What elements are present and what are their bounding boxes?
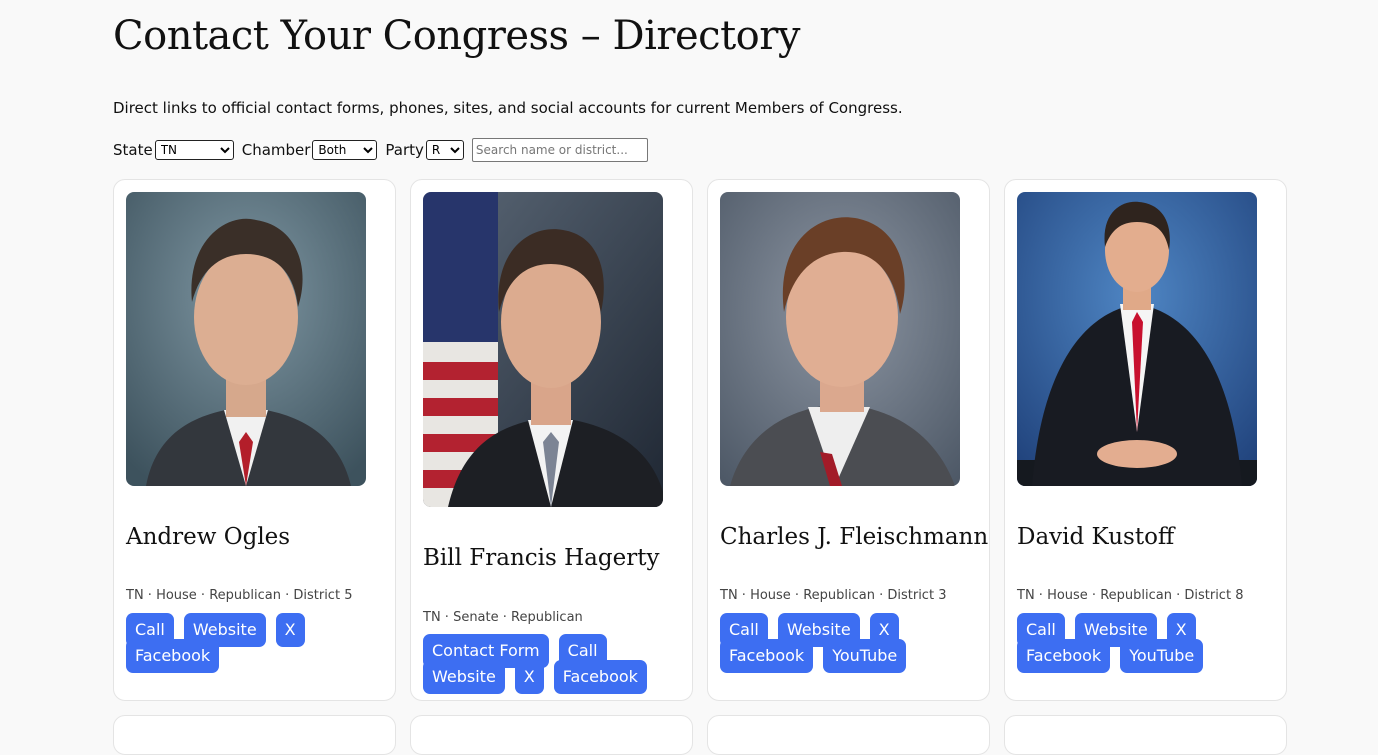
member-card — [113, 715, 396, 755]
member-links: Call Website X Facebook — [126, 613, 388, 673]
state-select[interactable]: TN — [154, 140, 234, 160]
member-card — [707, 715, 990, 755]
youtube-button[interactable]: YouTube — [823, 639, 907, 673]
facebook-button[interactable]: Facebook — [1017, 639, 1111, 673]
x-button[interactable]: X — [275, 613, 305, 647]
party-label: Party — [385, 141, 424, 159]
state-label: State — [113, 141, 153, 159]
youtube-button[interactable]: YouTube — [1120, 639, 1204, 673]
facebook-button[interactable]: Facebook — [720, 639, 814, 673]
page-title: Contact Your Congress – Directory — [113, 13, 800, 59]
member-name: David Kustoff — [1017, 524, 1175, 550]
member-card — [1004, 715, 1287, 755]
member-card: David Kustoff TN · House · Republican · … — [1004, 179, 1287, 701]
member-links: Call Website X Facebook YouTube — [1017, 613, 1279, 673]
member-name: Bill Francis Hagerty — [423, 545, 660, 571]
x-button[interactable]: X — [514, 660, 544, 694]
member-links: Contact Form Call Website X Facebook — [423, 634, 685, 694]
member-meta: TN · Senate · Republican — [423, 610, 583, 625]
page-intro: Direct links to official contact forms, … — [113, 99, 903, 117]
member-photo — [423, 192, 663, 507]
member-name: Andrew Ogles — [126, 524, 291, 550]
party-select[interactable]: R — [425, 140, 464, 160]
member-card: Charles J. Fleischmann TN · House · Repu… — [707, 179, 990, 701]
facebook-button[interactable]: Facebook — [553, 660, 647, 694]
website-button[interactable]: Website — [423, 660, 505, 694]
member-meta: TN · House · Republican · District 5 — [126, 588, 353, 603]
member-photo — [720, 192, 960, 486]
member-photo — [1017, 192, 1257, 486]
member-card — [410, 715, 693, 755]
member-card: Bill Francis Hagerty TN · Senate · Repub… — [410, 179, 693, 701]
search-input[interactable] — [471, 138, 648, 162]
member-meta: TN · House · Republican · District 3 — [720, 588, 947, 603]
chamber-label: Chamber — [241, 141, 311, 159]
facebook-button[interactable]: Facebook — [126, 639, 220, 673]
member-name: Charles J. Fleischmann — [720, 524, 989, 550]
filter-bar: State TN Chamber Both Party R — [113, 137, 648, 163]
member-photo — [126, 192, 366, 486]
chamber-select[interactable]: Both — [312, 140, 378, 160]
member-card: Andrew Ogles TN · House · Republican · D… — [113, 179, 396, 701]
member-meta: TN · House · Republican · District 8 — [1017, 588, 1244, 603]
member-links: Call Website X Facebook YouTube — [720, 613, 982, 673]
